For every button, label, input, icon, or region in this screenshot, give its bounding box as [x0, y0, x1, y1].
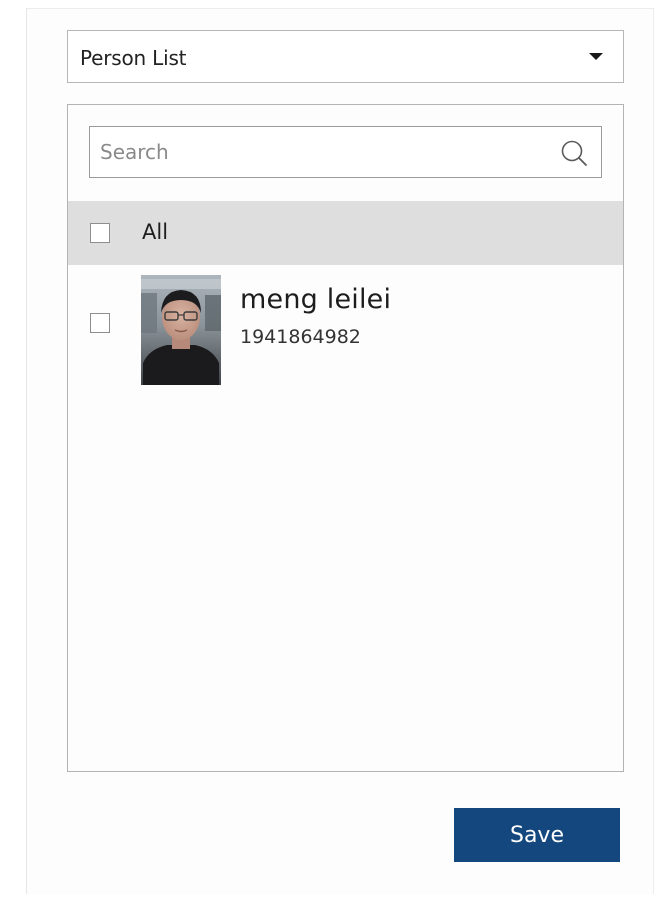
dropdown-selected-label: Person List — [80, 46, 187, 70]
select-all-checkbox[interactable] — [90, 223, 110, 243]
search-input[interactable] — [90, 127, 550, 177]
search-icon[interactable] — [559, 138, 589, 168]
person-list-box: All — [67, 104, 624, 772]
save-button[interactable]: Save — [454, 808, 620, 862]
person-name: meng leilei — [240, 284, 392, 315]
person-list-dropdown[interactable]: Person List — [67, 30, 624, 83]
select-all-label: All — [142, 220, 169, 244]
avatar — [141, 275, 221, 385]
search-box — [89, 126, 602, 178]
caret-down-icon — [589, 53, 603, 60]
person-checkbox[interactable] — [90, 313, 110, 333]
person-id: 1941864982 — [240, 326, 361, 348]
select-all-row[interactable]: All — [68, 201, 623, 265]
person-list-item[interactable]: meng leilei 1941864982 — [68, 268, 623, 390]
